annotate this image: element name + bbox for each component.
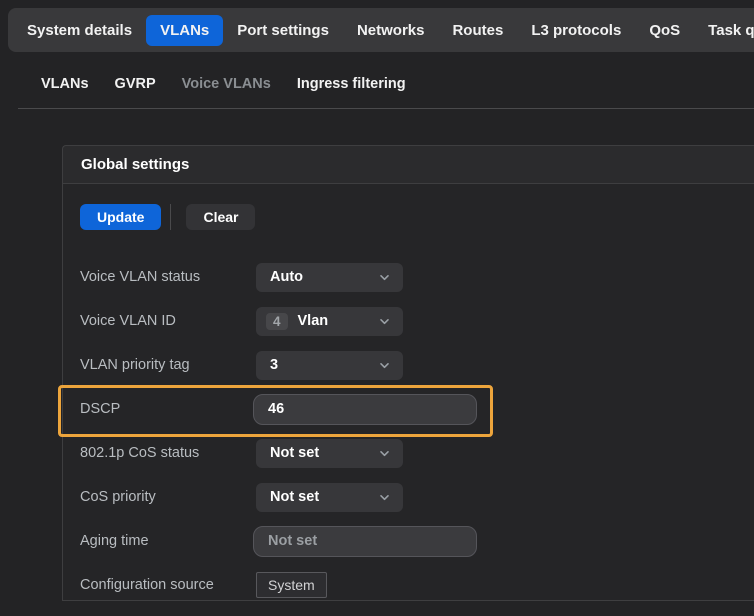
cos-priority-value: Not set <box>270 489 378 505</box>
chevron-down-icon <box>378 447 391 460</box>
panel-title: Global settings <box>81 156 189 173</box>
nav-item-routes[interactable]: Routes <box>438 15 517 46</box>
nav-item-task-queue[interactable]: Task queue <box>694 15 754 46</box>
dscp-input[interactable] <box>253 394 477 425</box>
global-settings-panel: Global settings Update Clear Voice VLAN … <box>62 145 754 601</box>
voice-vlan-status-label: Voice VLAN status <box>80 269 256 285</box>
row-voice-vlan-id: Voice VLAN ID 4 Vlan <box>80 306 754 336</box>
vlan-priority-tag-label: VLAN priority tag <box>80 357 256 373</box>
chevron-down-icon <box>378 491 391 504</box>
voice-vlan-id-select[interactable]: 4 Vlan <box>256 307 403 336</box>
row-cos-priority: CoS priority Not set <box>80 482 754 512</box>
row-cos-status: 802.1p CoS status Not set <box>80 438 754 468</box>
dscp-label: DSCP <box>80 401 256 417</box>
vlan-subtabs: VLANs GVRP Voice VLANs Ingress filtering <box>28 72 754 96</box>
panel-body: Update Clear Voice VLAN status Auto Voic… <box>62 184 754 601</box>
vlan-priority-tag-value: 3 <box>270 357 378 373</box>
action-buttons-row: Update Clear <box>80 204 754 230</box>
aging-time-label: Aging time <box>80 533 256 549</box>
tab-vlans[interactable]: VLANs <box>28 76 102 92</box>
nav-item-networks[interactable]: Networks <box>343 15 439 46</box>
nav-item-system-details[interactable]: System details <box>13 15 146 46</box>
row-voice-vlan-status: Voice VLAN status Auto <box>80 262 754 292</box>
voice-vlan-id-value: Vlan <box>298 313 378 329</box>
tabs-divider <box>18 108 754 109</box>
tab-ingress-filtering[interactable]: Ingress filtering <box>284 76 419 92</box>
nav-item-vlans[interactable]: VLANs <box>146 15 223 46</box>
cos-status-select[interactable]: Not set <box>256 439 403 468</box>
top-navigation-bar: System details VLANs Port settings Netwo… <box>8 8 754 52</box>
voice-vlan-status-select[interactable]: Auto <box>256 263 403 292</box>
tab-voice-vlans[interactable]: Voice VLANs <box>169 76 284 92</box>
row-vlan-priority-tag: VLAN priority tag 3 <box>80 350 754 380</box>
chevron-down-icon <box>378 315 391 328</box>
update-button[interactable]: Update <box>80 204 161 230</box>
aging-time-input[interactable] <box>253 526 477 557</box>
chevron-down-icon <box>378 359 391 372</box>
configuration-source-badge: System <box>256 572 327 598</box>
cos-status-value: Not set <box>270 445 378 461</box>
nav-item-qos[interactable]: QoS <box>635 15 694 46</box>
panel-header: Global settings <box>62 145 754 184</box>
button-separator <box>170 204 171 230</box>
row-configuration-source: Configuration source System <box>80 570 754 600</box>
voice-vlan-status-value: Auto <box>270 269 378 285</box>
chevron-down-icon <box>378 271 391 284</box>
row-aging-time: Aging time <box>80 526 754 556</box>
vlan-id-badge: 4 <box>266 313 288 330</box>
cos-status-label: 802.1p CoS status <box>80 445 256 461</box>
voice-vlan-id-label: Voice VLAN ID <box>80 313 256 329</box>
nav-item-port-settings[interactable]: Port settings <box>223 15 343 46</box>
cos-priority-select[interactable]: Not set <box>256 483 403 512</box>
tab-gvrp[interactable]: GVRP <box>102 76 169 92</box>
cos-priority-label: CoS priority <box>80 489 256 505</box>
clear-button[interactable]: Clear <box>186 204 255 230</box>
row-dscp: DSCP <box>80 394 754 424</box>
configuration-source-label: Configuration source <box>80 577 256 593</box>
nav-item-l3-protocols[interactable]: L3 protocols <box>517 15 635 46</box>
vlan-priority-tag-select[interactable]: 3 <box>256 351 403 380</box>
